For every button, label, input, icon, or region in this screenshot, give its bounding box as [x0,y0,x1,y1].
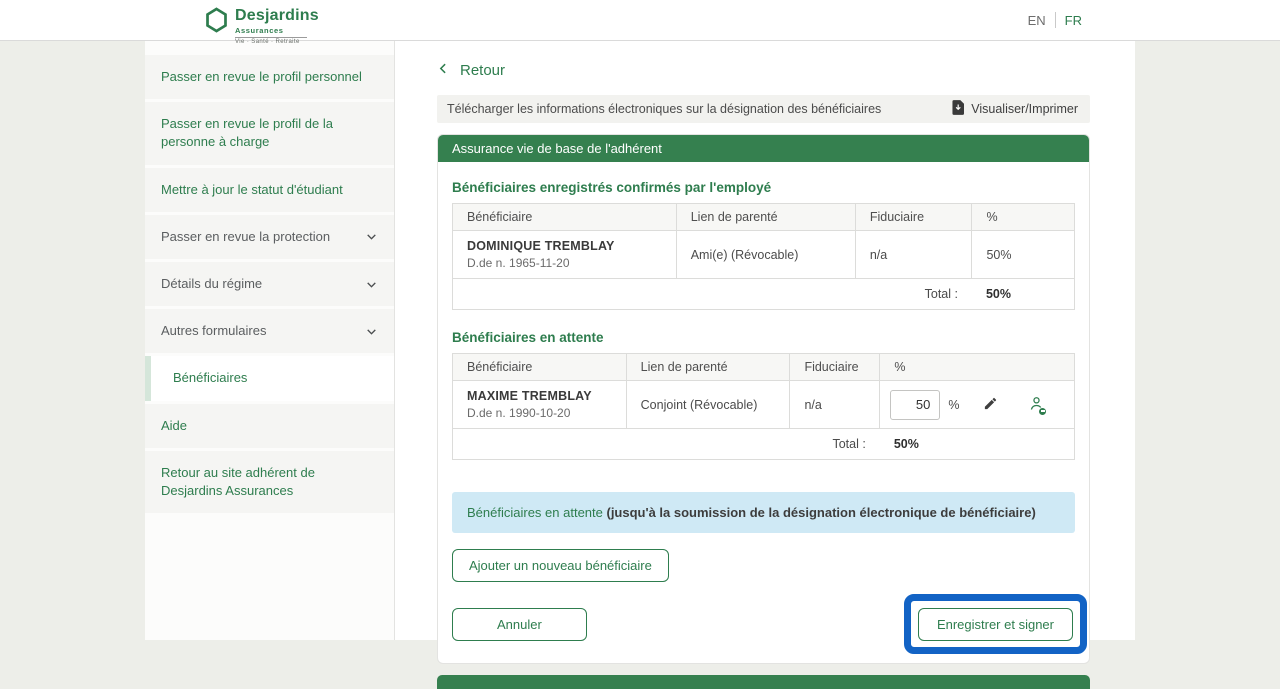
beneficiary-relation: Ami(e) (Révocable) [676,231,855,279]
beneficiary-name: MAXIME TREMBLAY [467,389,612,403]
beneficiary-dob: D.de n. 1965-11-20 [467,256,662,270]
beneficiary-dob: D.de n. 1990-10-20 [467,406,612,420]
next-section-header-bar [437,675,1090,689]
column-header-lien-parente: Lien de parenté [676,204,855,231]
sidebar-item-profil-personnel[interactable]: Passer en revue le profil personnel [145,55,394,99]
main-panel: Retour Télécharger les informations élec… [395,41,1135,640]
sidebar-item-label: Bénéficiaires [173,369,247,387]
brand-tagline: Vie · Santé · Retraite [235,39,319,45]
info-box-text: Bénéficiaires en attente [467,505,606,520]
sidebar-item-label: Passer en revue le profil de la personne… [161,115,378,151]
card-title-bar: Assurance vie de base de l'adhérent [438,135,1089,162]
column-header-beneficiaire: Bénéficiaire [453,204,677,231]
download-bar-label: Télécharger les informations électroniqu… [447,102,881,116]
confirmed-beneficiaries-table: Bénéficiaire Lien de parenté Fiduciaire … [452,203,1075,310]
sidebar-item-label: Détails du régime [161,275,262,293]
sidebar-nav: Passer en revue le profil personnel Pass… [145,41,395,640]
total-label: Total : [453,279,972,310]
beneficiary-percent: 50% [972,231,1075,279]
pending-beneficiaries-table: Bénéficiaire Lien de parenté Fiduciaire … [452,353,1075,460]
chevron-down-icon [365,278,378,291]
column-header-percent: % [880,354,1075,381]
sidebar-item-beneficiaires[interactable]: Bénéficiaires [145,356,394,400]
total-value: 50% [880,429,1075,460]
form-actions: Annuler Enregistrer et signer [452,608,1075,641]
back-link-label: Retour [460,62,505,79]
beneficiary-fiduciary: n/a [855,231,972,279]
download-info-bar: Télécharger les informations électroniqu… [437,95,1090,123]
percent-sign: % [948,398,959,412]
sidebar-item-label: Autres formulaires [161,322,266,340]
column-header-fiduciaire: Fiduciaire [855,204,972,231]
cancel-button[interactable]: Annuler [452,608,587,641]
beneficiary-relation: Conjoint (Révocable) [626,381,790,429]
pending-info-box: Bénéficiaires en attente (jusqu'à la sou… [452,492,1075,533]
brand-subtitle: Assurances [235,26,307,38]
beneficiary-name: DOMINIQUE TREMBLAY [467,239,662,253]
column-header-beneficiaire: Bénéficiaire [453,354,627,381]
total-label: Total : [453,429,880,460]
sidebar-item-protection[interactable]: Passer en revue la protection [145,215,394,259]
view-print-label: Visualiser/Imprimer [971,102,1078,116]
column-header-lien-parente: Lien de parenté [626,354,790,381]
sidebar-item-statut-etudiant[interactable]: Mettre à jour le statut d'étudiant [145,168,394,212]
confirmed-beneficiaries-heading: Bénéficiaires enregistrés confirmés par … [452,180,1075,195]
total-value: 50% [972,279,1075,310]
beneficiary-fiduciary: n/a [790,381,880,429]
remove-beneficiary-button[interactable] [1028,395,1045,415]
chevron-left-icon [437,61,450,80]
chevron-down-icon [365,230,378,243]
sidebar-item-label: Passer en revue la protection [161,228,330,246]
lang-fr-link[interactable]: FR [1065,13,1082,28]
sidebar-item-label: Retour au site adhérent de Desjardins As… [161,464,378,500]
top-header-bar: Desjardins Assurances Vie · Santé · Retr… [0,0,1280,41]
pencil-icon [983,396,998,414]
sidebar-item-autres-formulaires[interactable]: Autres formulaires [145,309,394,353]
column-header-fiduciaire: Fiduciaire [790,354,880,381]
basic-life-insurance-card: Assurance vie de base de l'adhérent Béné… [437,134,1090,664]
back-link[interactable]: Retour [437,61,505,80]
add-beneficiary-button[interactable]: Ajouter un nouveau bénéficiaire [452,549,669,582]
download-file-icon [952,100,964,118]
brand-name: Desjardins [235,7,319,25]
table-row: MAXIME TREMBLAY D.de n. 1990-10-20 Conjo… [453,381,1075,429]
language-switcher: EN FR [1028,12,1082,28]
sidebar-item-label: Passer en revue le profil personnel [161,68,362,86]
percent-input[interactable] [890,390,940,420]
desjardins-hexagon-logo-icon [205,7,228,38]
lang-divider [1055,12,1056,28]
lang-en-link[interactable]: EN [1028,13,1046,28]
total-row: Total : 50% [453,279,1075,310]
sidebar-item-aide[interactable]: Aide [145,404,394,448]
pending-beneficiaries-heading: Bénéficiaires en attente [452,330,1075,345]
remove-badge [1038,407,1047,416]
edit-beneficiary-button[interactable] [983,396,998,414]
table-row: DOMINIQUE TREMBLAY D.de n. 1965-11-20 Am… [453,231,1075,279]
sidebar-item-retour-site-adherent[interactable]: Retour au site adhérent de Desjardins As… [145,451,394,513]
sidebar-item-details-regime[interactable]: Détails du régime [145,262,394,306]
chevron-down-icon [365,325,378,338]
column-header-percent: % [972,204,1075,231]
view-print-link[interactable]: Visualiser/Imprimer [952,100,1078,118]
sidebar-item-label: Aide [161,417,187,435]
info-box-bold-text: (jusqu'à la soumission de la désignation… [606,505,1035,520]
save-and-sign-button[interactable]: Enregistrer et signer [918,608,1073,641]
sidebar-item-label: Mettre à jour le statut d'étudiant [161,181,343,199]
total-row: Total : 50% [453,429,1075,460]
desjardins-logo: Desjardins Assurances Vie · Santé · Retr… [205,7,319,45]
sidebar-item-profil-personne-a-charge[interactable]: Passer en revue le profil de la personne… [145,102,394,164]
content-area: Passer en revue le profil personnel Pass… [145,41,1135,640]
